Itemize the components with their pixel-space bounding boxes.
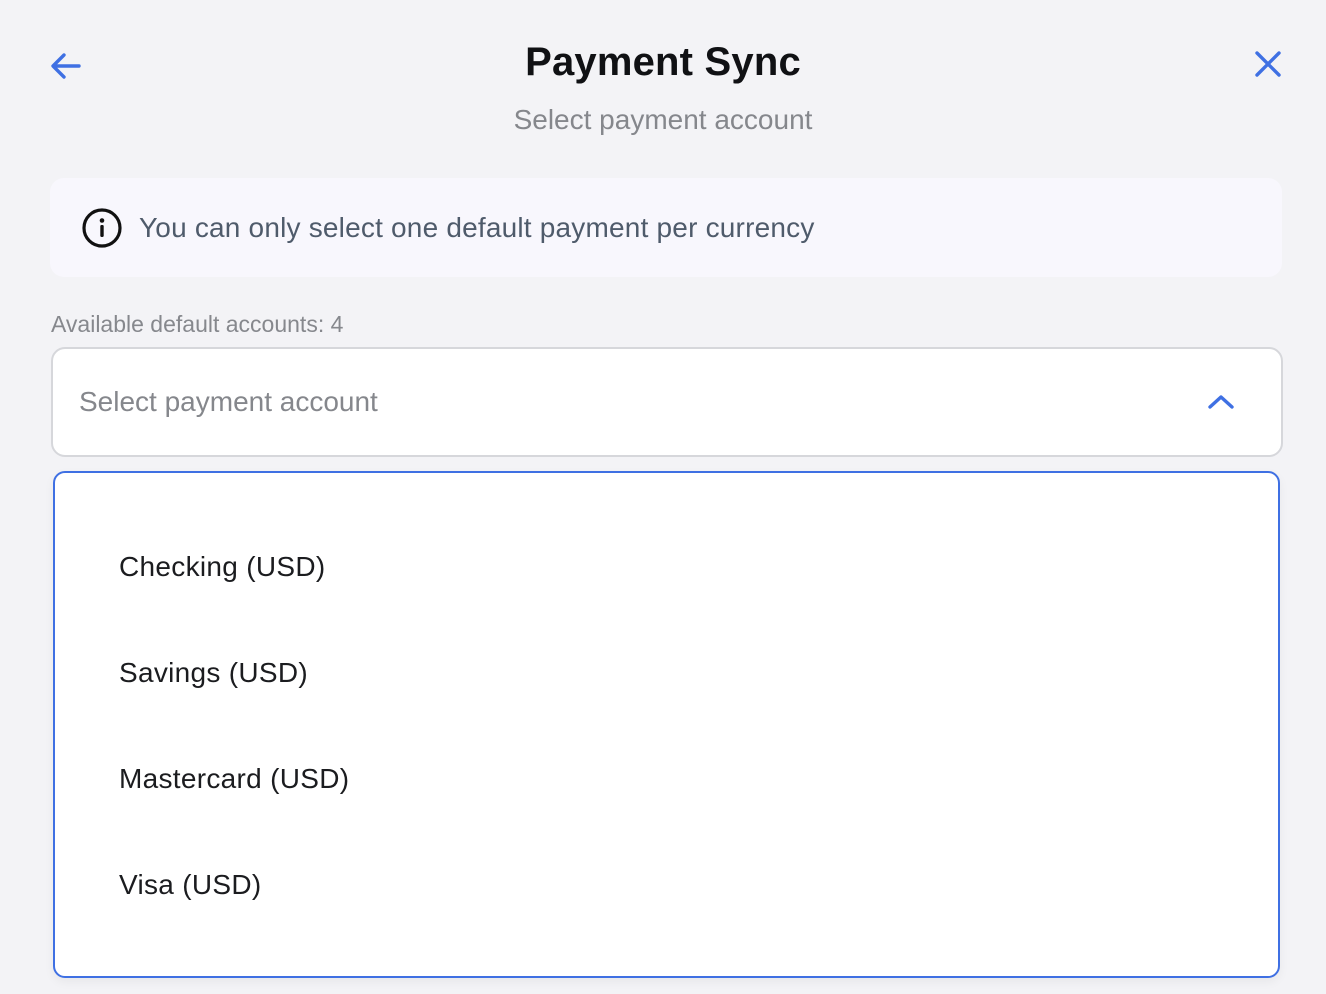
account-dropdown-menu: Checking (USD) Savings (USD) Mastercard … [53,471,1280,978]
header: Payment Sync Select payment account [0,0,1326,160]
option-label: Mastercard (USD) [119,763,350,794]
option-label: Checking (USD) [119,551,326,582]
option-label: Visa (USD) [119,869,262,900]
close-button[interactable] [1248,44,1288,84]
available-accounts-label: Available default accounts: 4 [51,311,344,337]
info-banner-text: You can only select one default payment … [139,211,815,243]
option-label: Savings (USD) [119,657,309,688]
info-banner: You can only select one default payment … [50,178,1282,277]
page-title: Payment Sync [525,40,801,84]
option-mastercard-usd[interactable]: Mastercard (USD) [55,739,1278,819]
option-checking-usd[interactable]: Checking (USD) [55,527,1278,607]
close-icon [1255,51,1281,77]
chevron-up-icon[interactable] [1201,382,1241,422]
payment-account-select[interactable]: Select payment account [51,347,1283,457]
select-placeholder: Select payment account [79,386,378,417]
page-subtitle: Select payment account [513,104,813,135]
option-visa-usd[interactable]: Visa (USD) [55,845,1278,925]
option-savings-usd[interactable]: Savings (USD) [55,633,1278,713]
info-icon [81,207,123,249]
